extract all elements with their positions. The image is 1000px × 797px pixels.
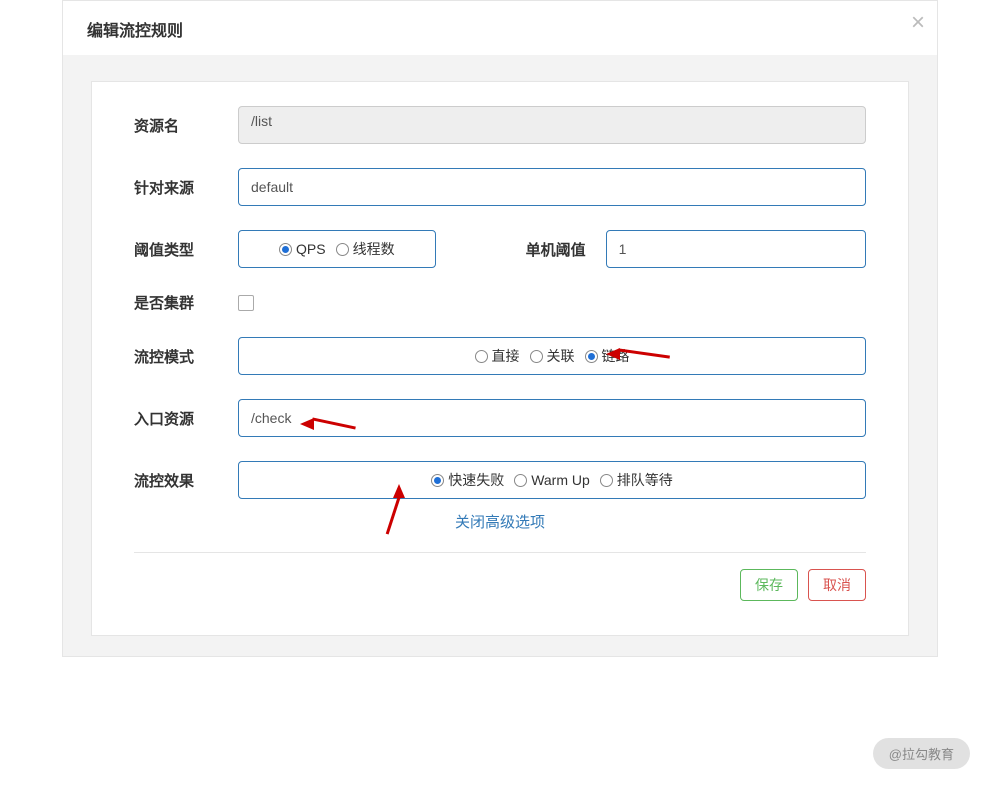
modal-title: 编辑流控规则	[63, 1, 937, 55]
label-origin: 针对来源	[134, 177, 238, 198]
radio-chain[interactable]: 链路	[585, 346, 630, 366]
radio-fail-fast-label: 快速失败	[448, 470, 504, 490]
entry-resource-input[interactable]	[238, 399, 866, 437]
radio-icon	[279, 243, 292, 256]
radio-warm-up-label: Warm Up	[531, 472, 590, 488]
radio-qps-label: QPS	[296, 241, 326, 257]
label-entry-resource: 入口资源	[134, 408, 238, 429]
radio-icon	[585, 350, 598, 363]
close-icon[interactable]: ×	[911, 11, 925, 35]
radio-threads[interactable]: 线程数	[336, 239, 395, 259]
radio-direct-label: 直接	[492, 346, 520, 366]
row-entry-resource: 入口资源	[134, 399, 866, 437]
radio-icon	[475, 350, 488, 363]
radio-warm-up[interactable]: Warm Up	[514, 472, 590, 488]
cluster-checkbox[interactable]	[238, 295, 254, 311]
radio-fail-fast[interactable]: 快速失败	[431, 470, 504, 490]
radio-queue[interactable]: 排队等待	[600, 470, 673, 490]
row-cluster: 是否集群	[134, 292, 866, 313]
origin-input[interactable]	[238, 168, 866, 206]
row-flow-effect: 流控效果 快速失败 Warm Up 排队等待	[134, 461, 866, 499]
label-threshold-type: 阈值类型	[134, 239, 238, 260]
watermark: @拉勾教育	[873, 738, 970, 769]
row-resource-name: 资源名 /list	[134, 106, 866, 144]
radio-icon	[600, 474, 613, 487]
radio-relate[interactable]: 关联	[530, 346, 575, 366]
label-flow-effect: 流控效果	[134, 470, 238, 491]
radio-icon	[336, 243, 349, 256]
row-threshold-type: 阈值类型 QPS 线程数 单机阈值	[134, 230, 866, 268]
radio-icon	[431, 474, 444, 487]
radio-direct[interactable]: 直接	[475, 346, 520, 366]
label-single-threshold: 单机阈值	[526, 239, 586, 260]
cancel-button[interactable]: 取消	[808, 569, 866, 601]
row-origin: 针对来源	[134, 168, 866, 206]
modal-footer: 保存 取消	[134, 552, 866, 601]
radio-icon	[514, 474, 527, 487]
resource-name-input: /list	[238, 106, 866, 144]
single-threshold-input[interactable]	[606, 230, 866, 268]
flow-mode-radio-group: 直接 关联 链路	[238, 337, 866, 375]
radio-queue-label: 排队等待	[617, 470, 673, 490]
threshold-type-radio-group: QPS 线程数	[238, 230, 436, 268]
row-flow-mode: 流控模式 直接 关联 链路	[134, 337, 866, 375]
label-flow-mode: 流控模式	[134, 346, 238, 367]
radio-chain-label: 链路	[602, 346, 630, 366]
radio-relate-label: 关联	[547, 346, 575, 366]
radio-qps[interactable]: QPS	[279, 241, 326, 257]
label-cluster: 是否集群	[134, 292, 238, 313]
form-panel: 资源名 /list 针对来源 阈值类型 QPS	[91, 81, 909, 636]
toggle-advanced-link[interactable]: 关闭高级选项	[134, 511, 866, 532]
edit-flow-rule-modal: × 编辑流控规则 资源名 /list 针对来源 阈值类型	[62, 0, 938, 657]
radio-icon	[530, 350, 543, 363]
label-resource-name: 资源名	[134, 115, 238, 136]
modal-body: 资源名 /list 针对来源 阈值类型 QPS	[63, 55, 937, 656]
radio-threads-label: 线程数	[353, 239, 395, 259]
flow-effect-radio-group: 快速失败 Warm Up 排队等待	[238, 461, 866, 499]
save-button[interactable]: 保存	[740, 569, 798, 601]
